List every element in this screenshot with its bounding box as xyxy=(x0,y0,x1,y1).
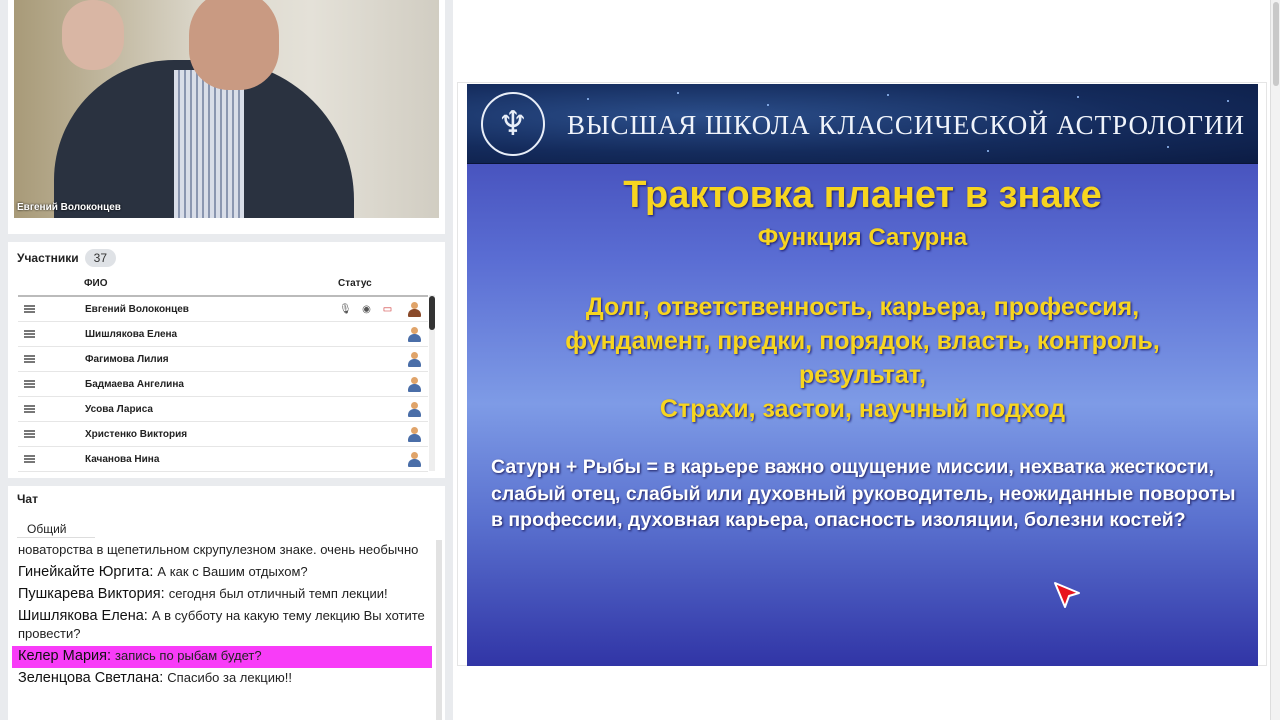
participant-name: Качанова Нина xyxy=(85,453,160,465)
presentation-scrollbar[interactable] xyxy=(1270,0,1280,720)
participant-name: Усова Лариса xyxy=(85,403,153,415)
video-figure-head xyxy=(189,0,279,90)
participant-name: Евгений Волоконцев xyxy=(85,303,189,315)
chat-message: Пушкарева Виктория: сегодня был отличный… xyxy=(12,584,432,606)
chat-message-text: А как с Вашим отдыхом? xyxy=(157,564,308,579)
star-decoration xyxy=(767,104,769,106)
participant-name: Бадмаева Ангелина xyxy=(85,378,184,390)
star-decoration xyxy=(587,98,589,100)
participants-header: Участники 37 xyxy=(17,249,117,267)
chat-message-text: запись по рыбам будет? xyxy=(115,648,262,663)
column-header-status[interactable]: Статус xyxy=(338,278,372,289)
participant-name: Шишлякова Елена xyxy=(85,328,178,340)
drag-handle-icon[interactable] xyxy=(24,355,35,363)
microphone-icon[interactable]: 🎙 xyxy=(339,304,352,315)
chat-message-highlighted: Келер Мария: запись по рыбам будет? xyxy=(12,646,432,668)
star-decoration xyxy=(1167,146,1169,148)
participant-row[interactable]: Усова Лариса xyxy=(18,397,428,422)
participant-name: Фагимова Лилия xyxy=(85,353,169,365)
left-sidebar: Евгений Волоконцев Участники 37 ФИО Стат… xyxy=(0,0,452,720)
participants-title: Участники xyxy=(17,251,79,265)
video-figure-shirt xyxy=(174,70,244,218)
slide-keywords: Долг, ответственность, карьера, професси… xyxy=(467,290,1258,426)
star-decoration xyxy=(1227,100,1229,102)
presenter-video[interactable]: Евгений Волоконцев xyxy=(14,0,439,218)
participant-row[interactable]: Качанова Нина xyxy=(18,447,428,472)
school-name: ВЫСШАЯ ШКОЛА КЛАССИЧЕСКОЙ АСТРОЛОГИИ xyxy=(567,110,1246,140)
drag-handle-icon[interactable] xyxy=(24,380,35,388)
slide-body-text: Сатурн + Рыбы = в карьере важно ощущение… xyxy=(491,456,1236,531)
user-icon xyxy=(407,452,421,468)
chat-message: Шишлякова Елена: А в субботу на какую те… xyxy=(12,606,432,646)
user-icon xyxy=(407,327,421,343)
video-panel: Евгений Волоконцев xyxy=(8,0,445,234)
chat-title: Чат xyxy=(17,492,38,506)
drag-handle-icon[interactable] xyxy=(24,430,35,438)
participants-count-badge: 37 xyxy=(84,249,117,267)
school-logo-icon: ♆ xyxy=(497,104,529,144)
star-decoration xyxy=(677,92,679,94)
screen-share-off-icon[interactable]: ▭ xyxy=(382,304,393,315)
chat-message: Зеленцова Светлана: Спасибо за лекцию!! xyxy=(12,668,432,690)
chat-scrollbar[interactable] xyxy=(436,540,442,720)
chat-tab-general[interactable]: Общий xyxy=(17,516,95,540)
chat-panel: Чат Общий новаторства в щепетильном скру… xyxy=(8,486,445,720)
participant-row[interactable]: Бадмаева Ангелина xyxy=(18,372,428,397)
participants-panel: Участники 37 ФИО Статус Евгений Волоконц… xyxy=(8,242,445,478)
chat-message: новаторства в щепетильном скрупулезном з… xyxy=(12,540,432,562)
user-icon xyxy=(407,402,421,418)
webcam-icon[interactable]: ◉ xyxy=(361,304,372,315)
pointer-cursor-icon xyxy=(1054,582,1080,608)
keywords-line: Страхи, застои, научный подход xyxy=(659,395,1066,423)
keywords-line: Долг, ответственность, карьера, професси… xyxy=(585,293,1140,321)
participant-row[interactable]: Фагимова Лилия xyxy=(18,347,428,372)
chat-message: Гинейкайте Юргита: А как с Вашим отдыхом… xyxy=(12,562,432,584)
presenter-name: Евгений Волоконцев xyxy=(17,202,121,213)
star-decoration xyxy=(1077,96,1079,98)
slide-title: Трактовка планет в знаке xyxy=(623,174,1102,216)
chat-message-author: Келер Мария: xyxy=(18,648,111,664)
participant-row[interactable]: Евгений Волоконцев 🎙 ◉ ▭ xyxy=(18,297,428,322)
chat-message-author: Шишлякова Елена: xyxy=(18,608,148,624)
presenter-user-icon xyxy=(407,302,421,318)
participant-row[interactable]: Шишлякова Елена xyxy=(18,322,428,347)
presentation-scroll-thumb[interactable] xyxy=(1273,2,1279,86)
keywords-line: результат, xyxy=(798,361,927,389)
column-header-name[interactable]: ФИО xyxy=(84,278,108,289)
chat-message-author: Зеленцова Светлана: xyxy=(18,670,164,686)
chat-message-author: Гинейкайте Юргита: xyxy=(18,564,154,580)
participants-scroll-thumb[interactable] xyxy=(429,296,435,330)
participants-list: Евгений Волоконцев 🎙 ◉ ▭ Шишлякова Елена… xyxy=(18,295,428,472)
chat-message-text: сегодня был отличный темп лекции! xyxy=(168,586,388,601)
user-icon xyxy=(407,427,421,443)
chat-message-text: новаторства в щепетильном скрупулезном з… xyxy=(18,542,419,557)
user-icon xyxy=(407,352,421,368)
video-figure-hand xyxy=(62,0,124,70)
chat-messages: новаторства в щепетильном скрупулезном з… xyxy=(12,540,432,720)
participant-name: Христенко Виктория xyxy=(85,428,188,440)
drag-handle-icon[interactable] xyxy=(24,305,35,313)
slide-banner: ♆ ВЫСШАЯ ШКОЛА КЛАССИЧЕСКОЙ АСТРОЛОГИИ xyxy=(467,84,1258,164)
slide-subtitle: Функция Сатурна xyxy=(757,224,968,251)
presentation-slide: ♆ ВЫСШАЯ ШКОЛА КЛАССИЧЕСКОЙ АСТРОЛОГИИ Т… xyxy=(467,84,1258,666)
drag-handle-icon[interactable] xyxy=(24,455,35,463)
user-icon xyxy=(407,377,421,393)
chat-message-author: Пушкарева Виктория: xyxy=(18,586,165,602)
keywords-line: фундамент, предки, порядок, власть, конт… xyxy=(565,327,1160,355)
star-decoration xyxy=(987,150,989,152)
drag-handle-icon[interactable] xyxy=(24,330,35,338)
chat-message-text: Спасибо за лекцию!! xyxy=(167,670,292,685)
drag-handle-icon[interactable] xyxy=(24,405,35,413)
participant-row[interactable]: Христенко Виктория xyxy=(18,422,428,447)
star-decoration xyxy=(887,94,889,96)
